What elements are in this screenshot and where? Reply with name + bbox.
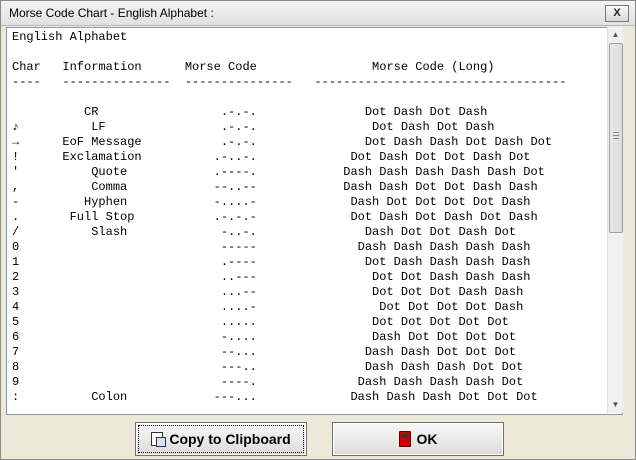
chart-text: English Alphabet Char Information Morse … [12,30,567,405]
scroll-up-icon[interactable]: ▲ [608,27,623,43]
table-row: 4 ....- Dot Dot Dot Dot Dash [12,300,524,314]
table-row: 8 ---.. Dash Dash Dash Dot Dot [12,360,524,374]
table-row: 9 ----. Dash Dash Dash Dash Dot [12,375,524,389]
table-row: 0 ----- Dash Dash Dash Dash Dash [12,240,531,254]
column-headers: Char Information Morse Code Morse Code (… [12,60,495,74]
table-row: CR .-.-. Dot Dash Dot Dash [12,105,488,119]
table-row: 6 -.... Dash Dot Dot Dot Dot [12,330,517,344]
table-row: - Hyphen -....- Dash Dot Dot Dot Dot Das… [12,195,531,209]
table-row: 1 .---- Dot Dash Dash Dash Dash [12,255,531,269]
grip-line [613,132,619,133]
table-row: 7 --... Dash Dash Dot Dot Dot [12,345,517,359]
morse-chart-window: Morse Code Chart - English Alphabet : X … [0,0,636,460]
text-line: English Alphabet [12,30,128,44]
ok-button-label: OK [416,431,438,447]
table-row: 3 ...-- Dot Dot Dot Dash Dash [12,285,524,299]
table-row: : Colon ---... Dash Dash Dash Dot Dot Do… [12,390,538,404]
header-underline: ---- --------------- --------------- ---… [12,75,567,89]
scroll-down-icon[interactable]: ▼ [608,397,623,413]
vertical-scrollbar[interactable]: ▲ ▼ [607,27,623,413]
grip-line [613,138,619,139]
table-row: → EoF Message .-.-. Dot Dash Dash Dot Da… [12,135,553,149]
table-row: . Full Stop .-.-.- Dot Dash Dot Dash Dot… [12,210,538,224]
copy-to-clipboard-button[interactable]: Copy to Clipboard [135,422,307,456]
clipboard-icon [151,432,167,447]
ok-button[interactable]: OK [332,422,504,456]
chart-text-area[interactable]: English Alphabet Char Information Morse … [6,27,623,415]
table-row: , Comma --..-- Dash Dash Dot Dot Dash Da… [12,180,538,194]
table-row: ' Quote .----. Dash Dash Dash Dash Dash … [12,165,545,179]
table-row: 5 ..... Dot Dot Dot Dot Dot [12,315,509,329]
table-row: ♪ LF .-.-. Dot Dash Dot Dash [12,120,495,134]
scroll-thumb[interactable] [609,43,623,233]
close-button[interactable]: X [605,5,629,22]
copy-button-label: Copy to Clipboard [169,431,291,447]
table-row: ! Exclamation .-..-. Dot Dash Dot Dot Da… [12,150,531,164]
window-title: Morse Code Chart - English Alphabet : [9,6,214,20]
grip-line [613,135,619,136]
title-bar[interactable]: Morse Code Chart - English Alphabet : X [1,1,635,26]
table-row: / Slash -..-. Dash Dot Dot Dash Dot [12,225,517,239]
door-icon [398,431,411,447]
table-row: 2 ..--- Dot Dot Dash Dash Dash [12,270,531,284]
